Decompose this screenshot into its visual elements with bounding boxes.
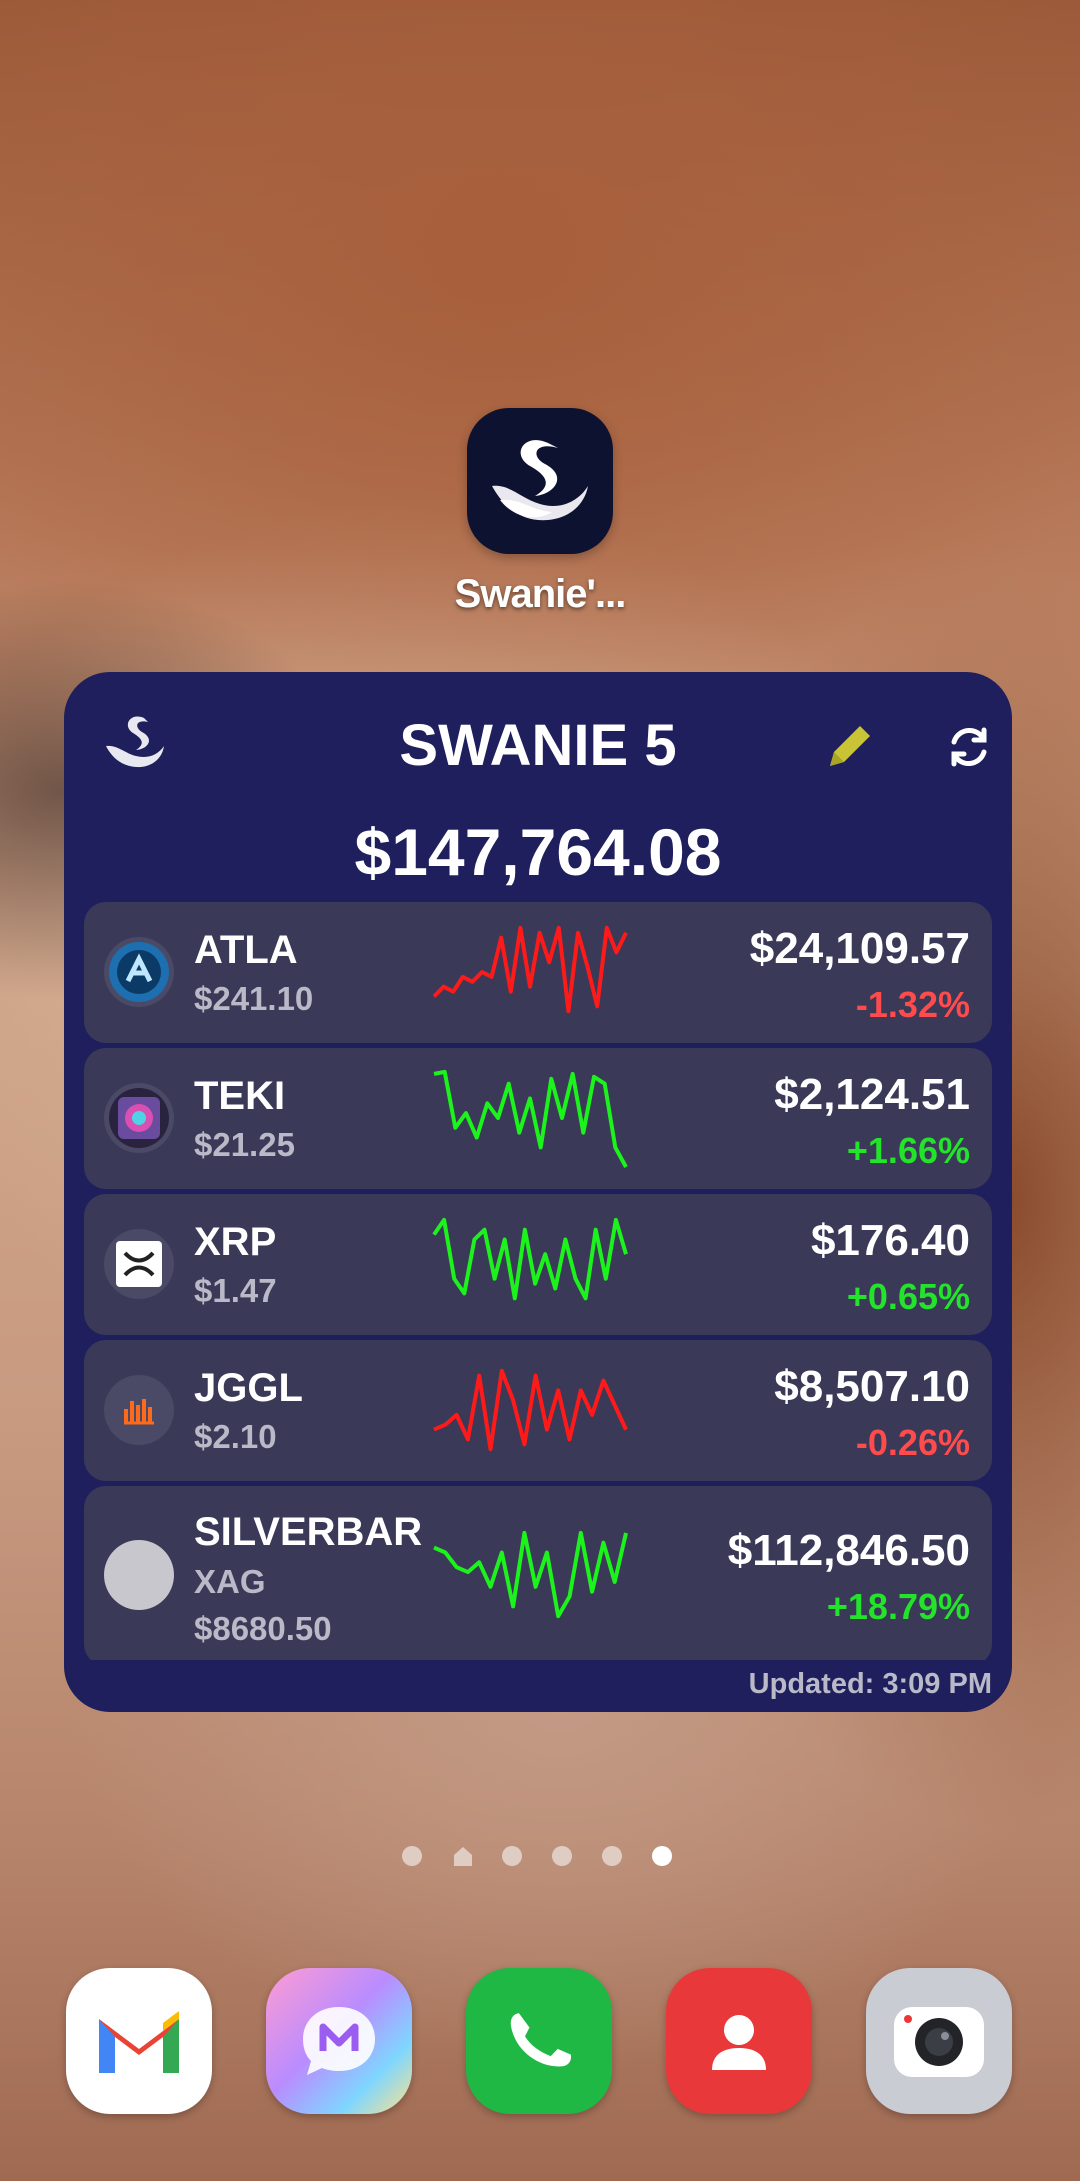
holding-symbol: ATLA (194, 928, 298, 972)
sparkline (433, 1069, 628, 1168)
sparkline-path (433, 1069, 628, 1168)
sparkline-path (432, 1217, 628, 1301)
messages-icon[interactable] (266, 1968, 412, 2114)
holding-ticker: XAG (194, 1563, 266, 1600)
page-dot[interactable] (402, 1846, 422, 1866)
last-updated: Updated: 3:09 PM (748, 1668, 992, 1700)
holding-price: $8680.50 (194, 1610, 332, 1647)
holding-row[interactable]: SILVERBAR XAG $8680.50 $112,846.50 +18.7… (84, 1486, 992, 1660)
holding-row[interactable]: ATLA $241.10 $24,109.57 -1.32% (84, 902, 992, 1043)
holding-change: +18.79% (826, 1586, 970, 1627)
holding-change: +0.65% (846, 1276, 970, 1317)
holding-change: -1.32% (855, 984, 970, 1025)
teki-logo-icon (104, 1083, 174, 1153)
sparkline (432, 1217, 628, 1301)
holding-value: $2,124.51 (774, 1070, 970, 1119)
holding-symbol: XRP (194, 1220, 277, 1264)
holding-row[interactable]: JGGL $2.10 $8,507.10 -0.26% (84, 1340, 992, 1481)
phone-icon[interactable] (466, 1968, 612, 2114)
holding-value: $24,109.57 (749, 924, 970, 973)
jggl-logo-icon (104, 1375, 174, 1445)
xrp-logo-icon (104, 1229, 174, 1299)
holding-value: $112,846.50 (727, 1526, 970, 1575)
holding-value: $176.40 (810, 1216, 970, 1265)
silverbar-logo-icon (104, 1540, 174, 1610)
page-dot[interactable] (552, 1846, 572, 1866)
atla-logo-icon (104, 937, 174, 1007)
swanie-app-shortcut[interactable]: Swanie'... (440, 408, 640, 617)
camera-icon[interactable] (866, 1968, 1012, 2114)
sparkline-path (433, 1530, 628, 1619)
portfolio-widget[interactable]: SWANIE 5 $147,764.08 ATLA $241.10 $24,10… (64, 672, 1012, 1712)
sparkline (433, 1368, 628, 1452)
page-dot-active[interactable] (652, 1846, 672, 1866)
holding-change: +1.66% (846, 1130, 970, 1171)
holding-symbol: TEKI (194, 1074, 286, 1118)
holding-row[interactable]: TEKI $21.25 $2,124.51 +1.66% (84, 1048, 992, 1189)
refresh-icon[interactable] (944, 722, 994, 772)
holding-symbol: SILVERBAR (194, 1510, 423, 1554)
swan-icon[interactable] (467, 408, 613, 554)
page-dot[interactable] (502, 1846, 522, 1866)
gmail-icon[interactable] (66, 1968, 212, 2114)
holding-row[interactable]: XRP $1.47 $176.40 +0.65% (84, 1194, 992, 1335)
sparkline-path (433, 1368, 628, 1452)
home-page-icon[interactable] (452, 1846, 474, 1871)
sparkline-path (432, 925, 628, 1014)
holding-symbol: JGGL (194, 1366, 303, 1410)
holding-price: $2.10 (194, 1418, 277, 1455)
page-dot[interactable] (602, 1846, 622, 1866)
holding-price: $241.10 (194, 980, 314, 1017)
pencil-icon[interactable] (820, 720, 876, 776)
sparkline (433, 1530, 628, 1619)
holding-value: $8,507.10 (774, 1362, 970, 1411)
sparkline (432, 925, 628, 1014)
app-label: Swanie'... (454, 572, 627, 616)
dock[interactable] (0, 1968, 1080, 2118)
contacts-icon[interactable] (666, 1968, 812, 2114)
holding-price: $1.47 (194, 1272, 277, 1309)
holdings-list[interactable]: ATLA $241.10 $24,109.57 -1.32% TEKI $21.… (84, 902, 992, 1660)
holding-change: -0.26% (855, 1422, 970, 1463)
portfolio-total: $147,764.08 (354, 815, 722, 889)
holding-price: $21.25 (194, 1126, 295, 1163)
